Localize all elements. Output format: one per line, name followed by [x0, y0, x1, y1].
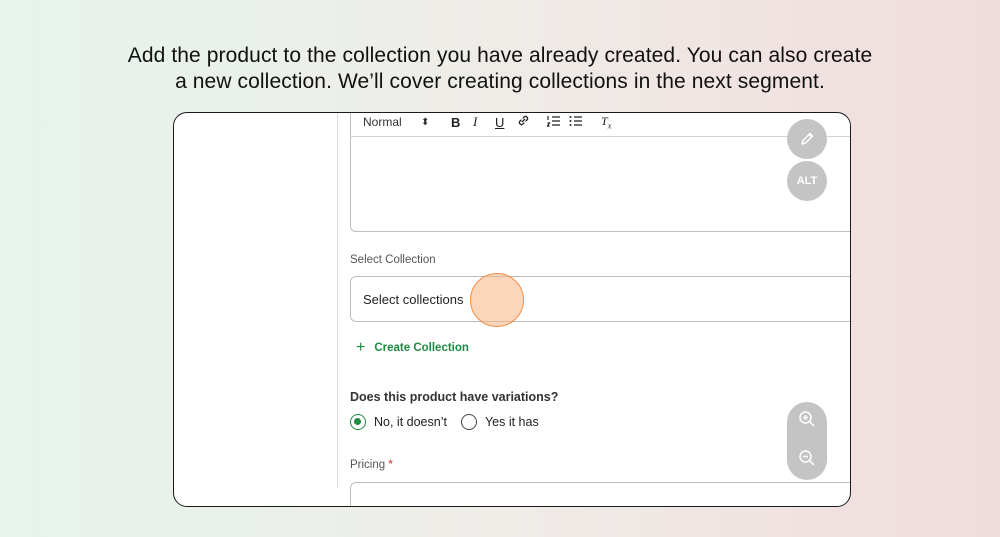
caption-line-1: Add the product to the collection you ha… — [127, 44, 873, 67]
collection-select[interactable]: Select collections — [350, 276, 850, 322]
underline-button[interactable]: U — [495, 115, 517, 130]
pricing-label: Pricing * — [350, 459, 393, 471]
required-asterisk: * — [388, 459, 393, 471]
zoom-out-icon[interactable] — [798, 449, 816, 472]
radio-no-variations[interactable] — [350, 414, 366, 430]
variations-question: Does this product have variations? — [350, 390, 559, 404]
create-collection-link[interactable]: + Create Collection — [356, 339, 469, 357]
radio-yes-label: Yes it has — [484, 415, 539, 429]
edit-fab-button[interactable] — [787, 119, 827, 159]
caption-line-2: a new collection. We’ll cover creating c… — [175, 70, 825, 93]
pencil-icon — [801, 132, 814, 145]
radio-yes-variations[interactable] — [460, 414, 477, 430]
text-style-select[interactable]: Normal — [363, 115, 421, 129]
app-screenshot-frame: Normal ⬍ B I U Tx ALT Select Collection … — [173, 112, 851, 507]
zoom-controls — [787, 402, 827, 480]
ordered-list-icon[interactable] — [546, 115, 569, 130]
pricing-input[interactable] — [350, 482, 850, 506]
editor-toolbar-divider — [350, 136, 850, 137]
sidebar-divider — [337, 113, 338, 488]
collection-select-placeholder: Select collections — [363, 291, 464, 307]
bullet-list-icon[interactable] — [569, 115, 591, 130]
link-icon[interactable] — [517, 114, 539, 130]
plus-icon: + — [356, 339, 366, 356]
bold-button[interactable]: B — [451, 115, 473, 130]
zoom-in-icon[interactable] — [798, 410, 816, 433]
instruction-caption: Add the product to the collection you ha… — [0, 43, 1000, 95]
create-collection-label: Create Collection — [374, 342, 469, 354]
select-collection-label: Select Collection — [350, 254, 436, 266]
clear-format-icon[interactable]: Tx — [601, 114, 623, 130]
click-indicator — [470, 273, 524, 327]
radio-no-label: No, it doesn’t — [374, 415, 447, 429]
select-arrows-icon: ⬍ — [421, 116, 430, 128]
editor-toolbar: Normal ⬍ B I U Tx — [363, 113, 623, 131]
pricing-label-text: Pricing — [350, 459, 386, 471]
italic-button[interactable]: I — [473, 114, 495, 130]
alt-text-fab-button[interactable]: ALT — [787, 161, 827, 201]
variations-radio-group: No, it doesn’t Yes it has — [350, 414, 553, 430]
